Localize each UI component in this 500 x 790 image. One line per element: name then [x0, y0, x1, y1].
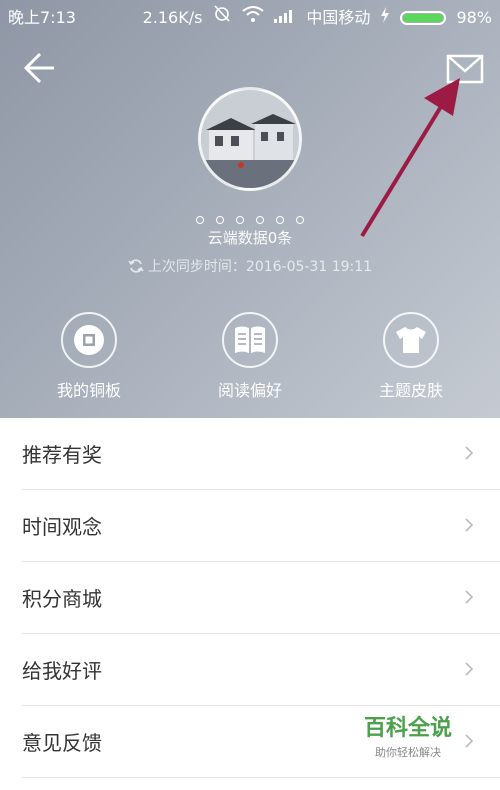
last-sync-row[interactable]: 上次同步时间：2016-05-31 19:11 — [0, 256, 500, 278]
menu-item-label: 时间观念 — [22, 515, 102, 539]
menu-item-label: 给我好评 — [22, 659, 102, 683]
last-sync-text: 上次同步时间：2016-05-31 19:11 — [147, 259, 373, 275]
indicator-dot — [216, 216, 224, 224]
shortcut-reading-preference[interactable]: 阅读偏好 — [195, 312, 305, 401]
profile-header: 晚上7:13 2.16K/s 中国移动 98% 云端数据0条 上次同步时间：20… — [0, 0, 500, 418]
carrier-name: 中国移动 — [306, 8, 371, 27]
chevron-right-icon — [465, 590, 474, 604]
book-icon — [222, 312, 278, 368]
page-indicator — [0, 209, 500, 228]
indicator-dot — [296, 216, 304, 224]
wifi-icon — [242, 0, 265, 36]
back-arrow-icon — [23, 52, 54, 84]
menu-item-label: 积分商城 — [22, 587, 102, 611]
net-speed: 2.16K/s — [142, 8, 203, 27]
battery-percent: 98% — [456, 8, 492, 27]
shortcut-my-coins[interactable]: 我的铜板 — [34, 312, 144, 401]
shortcut-theme-skin[interactable]: 主题皮肤 — [356, 312, 466, 401]
menu-item-points-mall[interactable]: 积分商城 — [22, 562, 500, 634]
menu-item-rate-us[interactable]: 给我好评 — [22, 634, 500, 706]
avatar[interactable] — [198, 87, 302, 191]
signal-icon — [274, 0, 296, 36]
status-bar: 晚上7:13 2.16K/s 中国移动 98% — [0, 0, 500, 36]
chevron-right-icon — [465, 662, 474, 676]
shortcut-label: 阅读偏好 — [217, 381, 282, 400]
menu-item-label: 意见反馈 — [22, 731, 102, 755]
back-button[interactable] — [22, 50, 58, 86]
watermark-title: 百科全说 — [363, 716, 452, 741]
cloud-data-count: 云端数据0条 — [207, 229, 293, 247]
shortcut-label: 主题皮肤 — [378, 381, 443, 400]
watermark: 百科全说 助你轻松解决 — [348, 710, 468, 760]
avatar-image — [201, 90, 299, 188]
coin-icon — [61, 312, 117, 368]
alarm-off-icon — [212, 0, 232, 36]
indicator-dot — [256, 216, 264, 224]
shirt-icon — [383, 312, 439, 368]
indicator-dot — [236, 216, 244, 224]
menu-item-time-concept[interactable]: 时间观念 — [22, 490, 500, 562]
indicator-dot — [196, 216, 204, 224]
menu-item-referral-reward[interactable]: 推荐有奖 — [22, 418, 500, 490]
sync-icon — [128, 258, 144, 278]
charging-icon — [380, 0, 390, 36]
indicator-dot — [276, 216, 284, 224]
watermark-subtitle: 助你轻松解决 — [375, 746, 441, 759]
chevron-right-icon — [465, 518, 474, 532]
chevron-right-icon — [465, 446, 474, 460]
shortcut-label: 我的铜板 — [56, 381, 121, 400]
status-time: 晚上7:13 — [8, 8, 76, 27]
battery-icon — [400, 11, 447, 25]
menu-item-label: 推荐有奖 — [22, 443, 102, 467]
